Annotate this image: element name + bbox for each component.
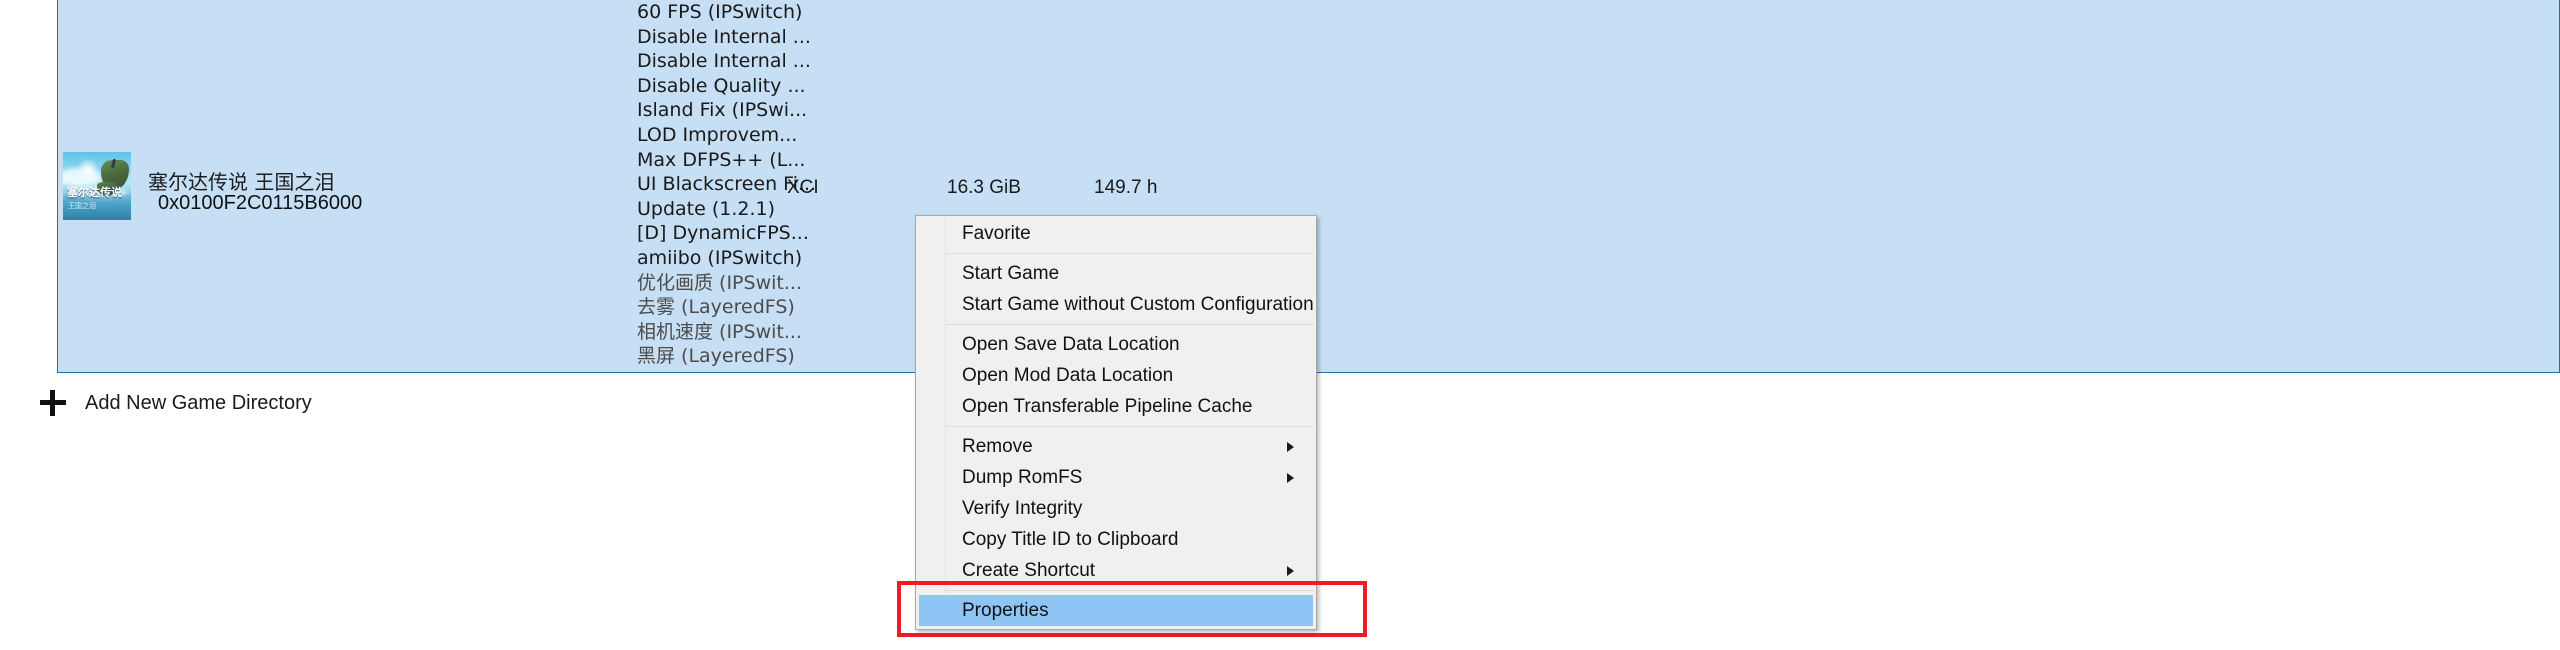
- context-menu-item-label: Verify Integrity: [962, 498, 1083, 519]
- game-file-format: XCI: [787, 177, 819, 198]
- mod-list-item: Disable Internal ...: [637, 25, 811, 48]
- context-menu-item-open-transferable-pipeline-cache[interactable]: Open Transferable Pipeline Cache: [916, 391, 1316, 422]
- context-menu-item-start-game[interactable]: Start Game: [916, 258, 1316, 289]
- context-menu-separator: [946, 426, 1314, 427]
- mod-list-item: [D] DynamicFPS...: [637, 222, 809, 245]
- add-new-game-directory-button[interactable]: Add New Game Directory: [40, 385, 312, 421]
- mod-list-item: LOD Improvem...: [637, 123, 798, 146]
- context-menu-item-label: Start Game: [962, 263, 1060, 284]
- context-menu-item-label: Copy Title ID to Clipboard: [962, 529, 1179, 550]
- context-menu-separator: [946, 253, 1314, 254]
- context-menu-item-favorite[interactable]: Favorite: [916, 218, 1316, 249]
- context-menu-item-start-game-without-custom-configuration[interactable]: Start Game without Custom Configuration: [916, 289, 1316, 320]
- context-menu-item-label: Create Shortcut: [962, 560, 1096, 581]
- context-menu-item-open-save-data-location[interactable]: Open Save Data Location: [916, 329, 1316, 360]
- chevron-right-icon: [1287, 472, 1294, 483]
- thumbnail-subtitle-text: 王国之泪: [68, 202, 96, 210]
- context-menu-item-label: Open Transferable Pipeline Cache: [962, 396, 1253, 417]
- chevron-right-icon: [1287, 565, 1294, 576]
- game-time-played: 149.7 h: [1094, 177, 1158, 198]
- context-menu-item-label: Open Mod Data Location: [962, 365, 1174, 386]
- context-menu-item-label: Dump RomFS: [962, 467, 1083, 488]
- add-new-game-directory-label: Add New Game Directory: [85, 391, 312, 414]
- context-menu-item-label: Remove: [962, 436, 1033, 457]
- game-context-menu[interactable]: Favorite Start Game Start Game without Cus…: [915, 215, 1317, 630]
- mod-list-item: 相机速度 (IPSwit...: [637, 320, 802, 343]
- mod-list-item: Disable Quality ...: [637, 74, 806, 97]
- context-menu-item-label: Properties: [962, 600, 1049, 621]
- context-menu-item-remove[interactable]: Remove: [916, 431, 1316, 462]
- context-menu-item-copy-title-id-to-clipboard[interactable]: Copy Title ID to Clipboard: [916, 524, 1316, 555]
- game-title-id: 0x0100F2C0115B6000: [158, 192, 363, 214]
- mod-list-item: Update (1.2.1): [637, 197, 776, 220]
- context-menu-item-open-mod-data-location[interactable]: Open Mod Data Location: [916, 360, 1316, 391]
- game-title: 塞尔达传说 王国之泪: [148, 170, 335, 194]
- mod-list-item: Max DFPS++ (L...: [637, 148, 806, 171]
- mod-list-item: Island Fix (IPSwi...: [637, 99, 808, 122]
- context-menu-item-label: Favorite: [962, 223, 1031, 244]
- context-menu-separator: [946, 324, 1314, 325]
- context-menu-item-properties[interactable]: Properties: [919, 595, 1313, 626]
- context-menu-separator: [946, 590, 1314, 591]
- context-menu-item-label: Open Save Data Location: [962, 334, 1180, 355]
- context-menu-item-label: Start Game without Custom Configuration: [962, 294, 1314, 315]
- context-menu-item-verify-integrity[interactable]: Verify Integrity: [916, 493, 1316, 524]
- mod-list-item: amiibo (IPSwitch): [637, 246, 803, 269]
- context-menu-item-dump-romfs[interactable]: Dump RomFS: [916, 462, 1316, 493]
- thumbnail-title-text: 塞尔达传说: [67, 186, 122, 199]
- mod-list-item: 60 FPS (IPSwitch): [637, 1, 803, 23]
- mod-list-item: Disable Internal ...: [637, 50, 811, 73]
- game-thumbnail[interactable]: 塞尔达传说 王国之泪: [63, 152, 131, 220]
- mod-list-item: 黑屏 (LayeredFS): [637, 345, 795, 368]
- plus-icon: [40, 390, 66, 416]
- mod-list-item: 优化画质 (IPSwit...: [637, 271, 802, 294]
- mod-list-item: 去雾 (LayeredFS): [637, 296, 795, 319]
- context-menu-item-create-shortcut[interactable]: Create Shortcut: [916, 555, 1316, 586]
- game-file-size: 16.3 GiB: [947, 177, 1021, 198]
- chevron-right-icon: [1287, 441, 1294, 452]
